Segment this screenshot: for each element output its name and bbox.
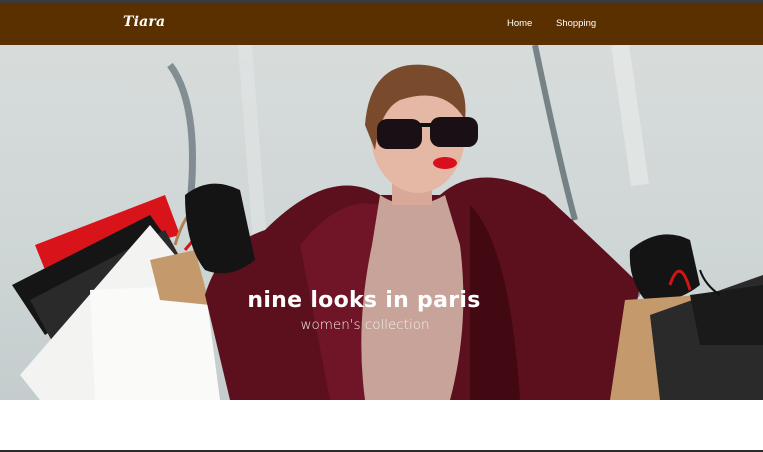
hero-banner: nine looks in paris women's collection: [0, 45, 763, 400]
hero-image: [12, 45, 763, 400]
hero-subtitle: women's collection: [300, 317, 430, 333]
content-area: [0, 400, 763, 452]
brand-logo[interactable]: Tiara: [123, 14, 165, 30]
navbar: Tiara Home Shopping: [0, 3, 763, 45]
nav-link-shopping[interactable]: Shopping: [556, 18, 596, 29]
hero-title: nine looks in paris: [247, 288, 481, 313]
nav-link-home[interactable]: Home: [507, 18, 532, 29]
